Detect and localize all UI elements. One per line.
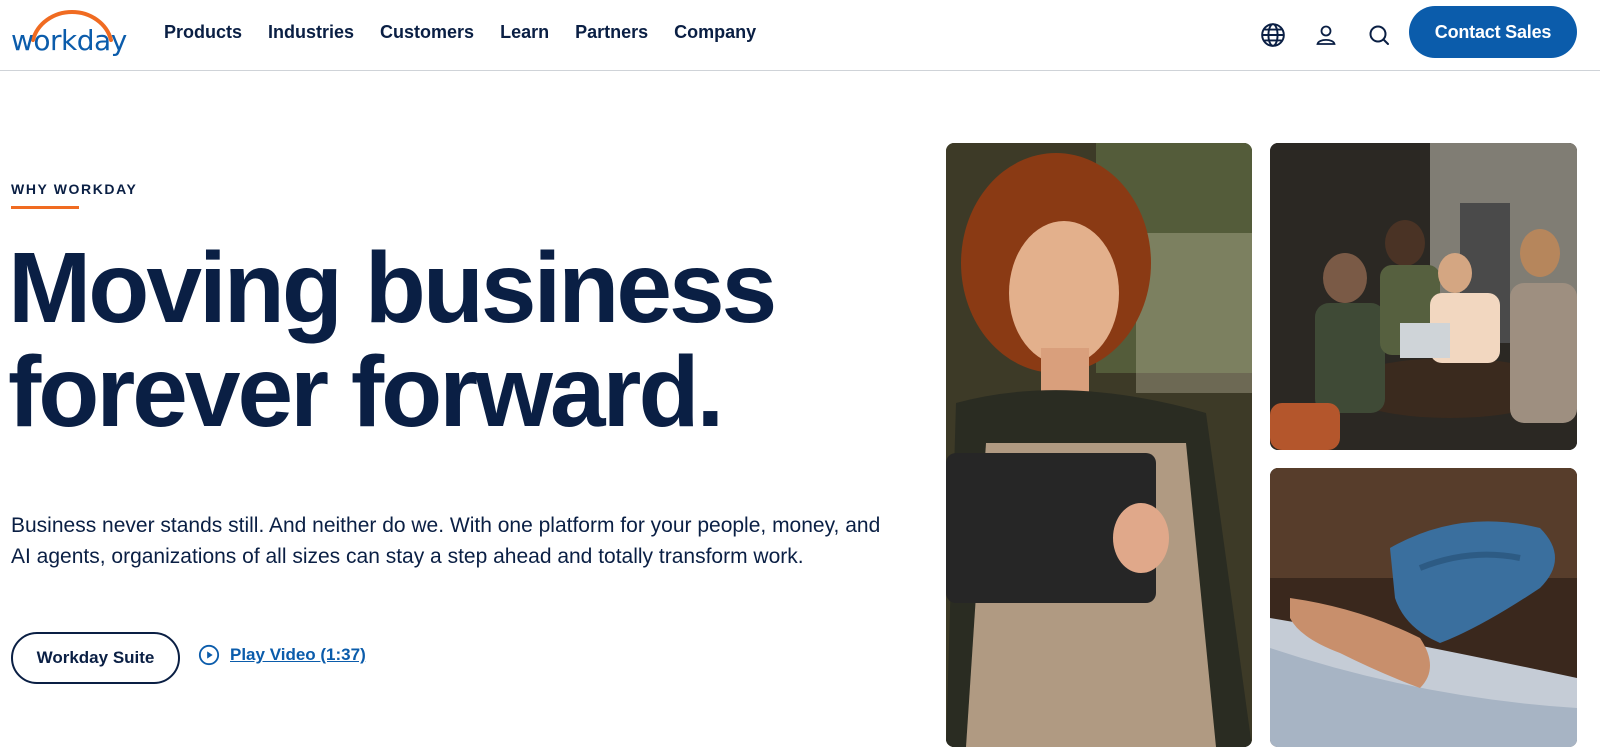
team-meeting-photo xyxy=(1270,143,1577,450)
workday-logo[interactable]: workday xyxy=(10,4,127,62)
gloved-hand-holding-hand-photo xyxy=(1270,468,1577,747)
contact-sales-button[interactable]: Contact Sales xyxy=(1409,6,1577,58)
search-icon[interactable] xyxy=(1362,18,1396,52)
hero-headline: Moving business forever forward. xyxy=(8,236,888,444)
play-circle-icon xyxy=(198,644,220,666)
user-icon[interactable] xyxy=(1309,18,1343,52)
site-header: workday Products Industries Customers Le… xyxy=(0,0,1600,71)
nav-item-partners[interactable]: Partners xyxy=(575,20,648,44)
play-video-label: Play Video (1:37) xyxy=(230,645,366,664)
eyebrow-underline xyxy=(11,206,79,209)
workday-suite-button[interactable]: Workday Suite xyxy=(11,632,180,684)
headline-line-1: Moving business xyxy=(8,232,777,344)
woman-with-tablet-photo xyxy=(946,143,1252,747)
section-eyebrow: WHY WORKDAY xyxy=(11,181,138,197)
headline-line-2: forever forward. xyxy=(8,336,724,448)
hero-description: Business never stands still. And neither… xyxy=(11,514,881,568)
main-nav: Products Industries Customers Learn Part… xyxy=(164,20,782,44)
nav-item-products[interactable]: Products xyxy=(164,20,242,44)
nav-item-company[interactable]: Company xyxy=(674,20,756,44)
logo-text: workday xyxy=(11,24,127,57)
nav-item-industries[interactable]: Industries xyxy=(268,20,354,44)
globe-icon[interactable] xyxy=(1256,18,1290,52)
nav-item-customers[interactable]: Customers xyxy=(380,20,474,44)
nav-item-learn[interactable]: Learn xyxy=(500,20,549,44)
play-video-link[interactable]: Play Video (1:37) xyxy=(198,644,366,666)
